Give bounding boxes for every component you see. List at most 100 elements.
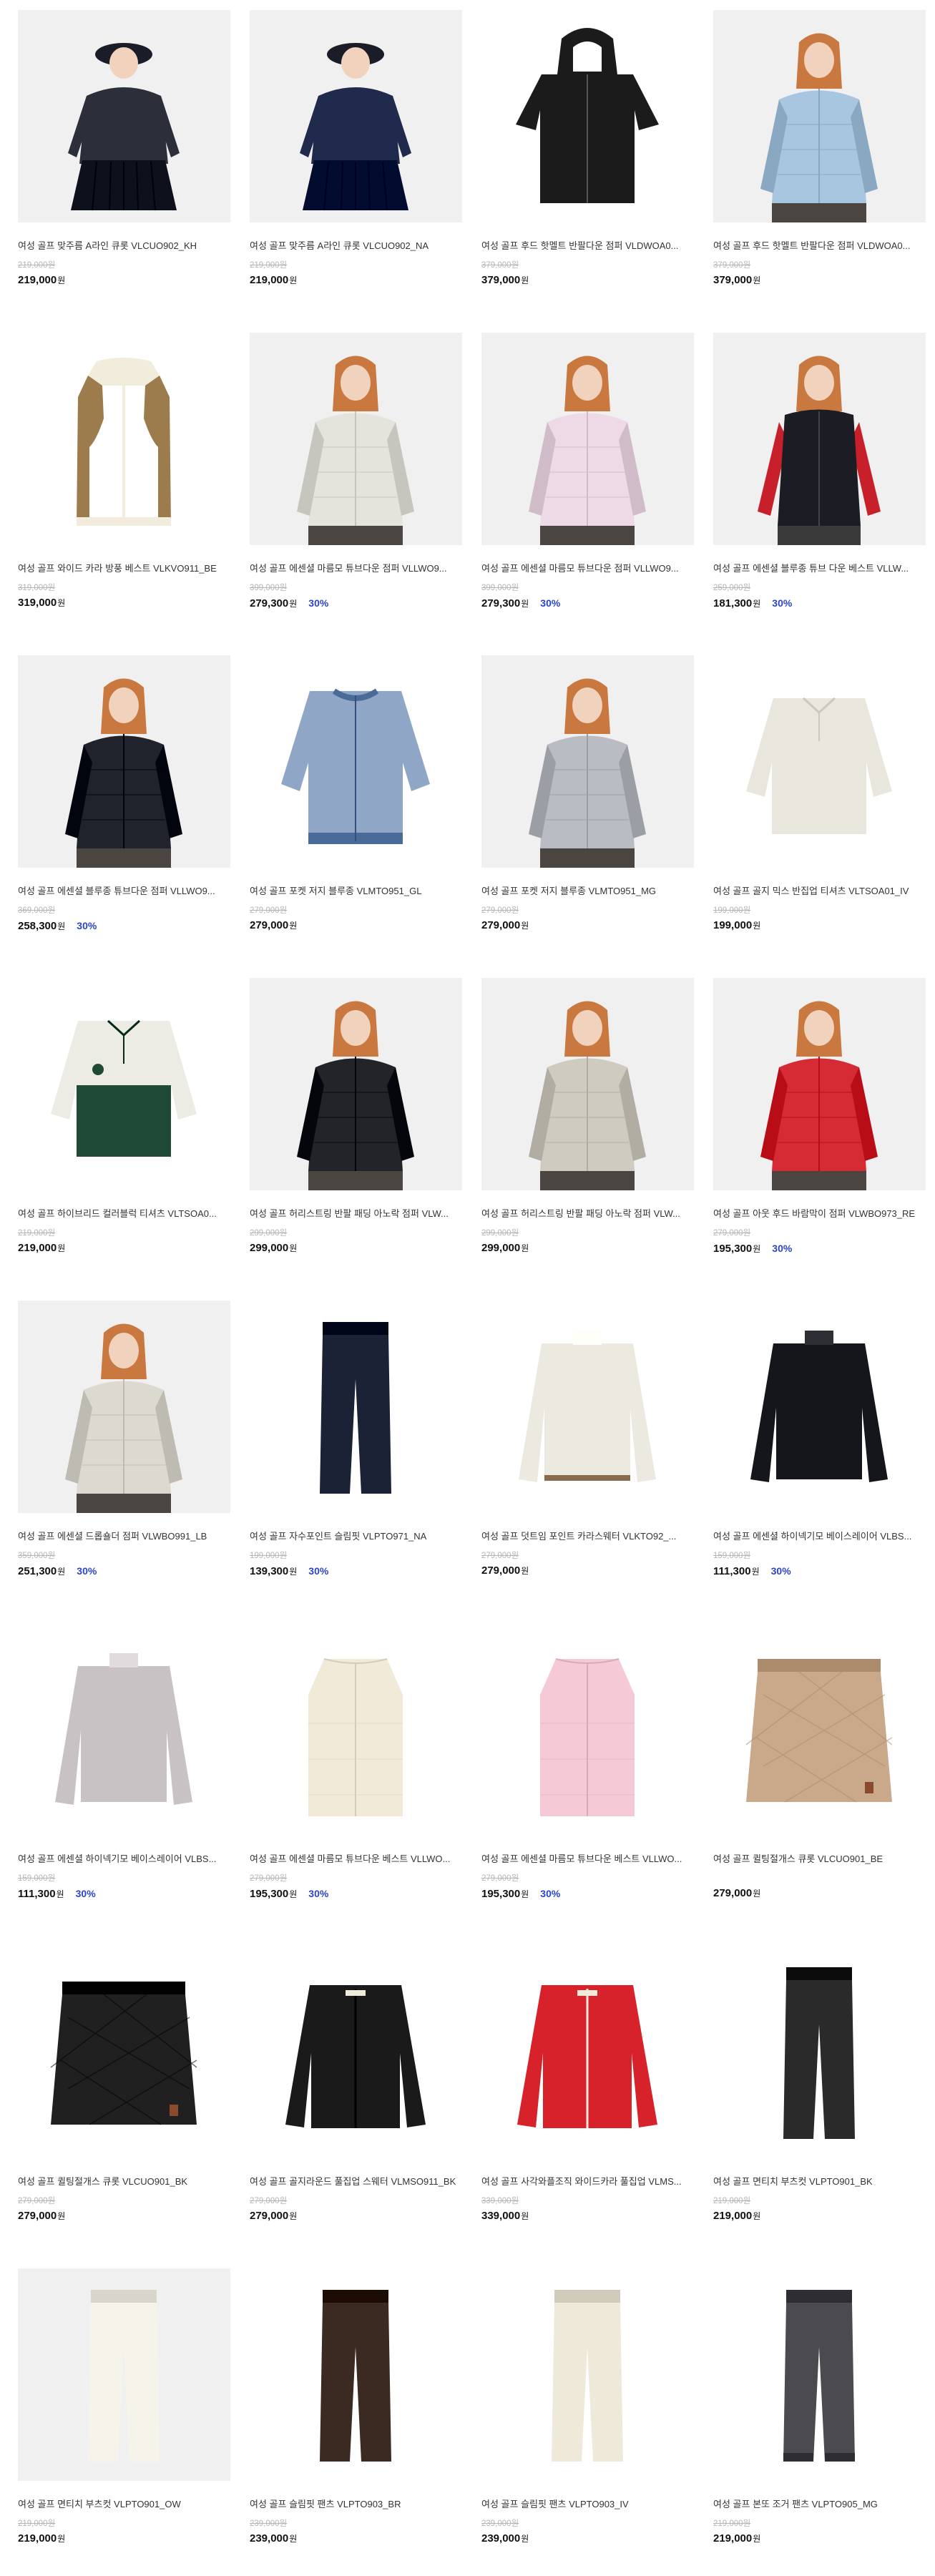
original-price: 159,000원 [713,1552,751,1560]
product-card[interactable]: 여성 골프 에센셜 마름모 튜브다운 점퍼 VLLWO9... 399,000원 2… [481,333,694,633]
product-card[interactable]: 여성 골프 에센셜 마름모 튜브다운 점퍼 VLLWO9... 399,000원 2… [250,333,462,633]
product-image[interactable] [713,2268,926,2481]
product-card[interactable]: 여성 골프 허리스트링 반팔 패딩 아노락 점퍼 VLW... 299,000원 2… [250,978,462,1278]
product-name[interactable]: 여성 골프 골지라운드 풀집업 스웨터 VLMSO911_BK [250,2176,462,2188]
product-image[interactable] [250,1946,462,2158]
product-image[interactable] [481,1301,694,1513]
product-image[interactable] [713,1623,926,1836]
product-card[interactable]: 여성 골프 골지 믹스 반집업 티셔츠 VLTSOA01_IV 199,000원 1… [713,655,926,956]
product-image[interactable] [250,333,462,545]
product-card[interactable]: 여성 골프 에센셜 블루종 튜브다운 점퍼 VLLWO9... 369,000원 2… [18,655,230,956]
product-name[interactable]: 여성 골프 슬림핏 팬츠 VLPTO903_BR [250,2499,462,2510]
product-image[interactable] [713,1946,926,2158]
product-image[interactable] [481,333,694,545]
product-name[interactable]: 여성 골프 허리스트링 반팔 패딩 아노락 점퍼 VLW... [481,1208,694,1220]
product-card[interactable]: 여성 골프 에센셜 드롭숄더 점퍼 VLWBO991_LB 359,000원 251… [18,1301,230,1601]
product-image[interactable] [18,10,230,222]
product-name[interactable]: 여성 골프 에센셜 마름모 튜브다운 점퍼 VLLWO9... [481,563,694,574]
product-card[interactable]: 여성 골프 에센셜 마름모 튜브다운 베스트 VLLWO... 279,000원 1… [250,1623,462,1924]
product-name[interactable]: 여성 골프 에센셜 하이넥기모 베이스레이어 VLBS... [18,1853,230,1865]
product-image[interactable] [713,333,926,545]
discount-rate: 30% [770,1565,791,1577]
product-image[interactable] [18,333,230,545]
product-card[interactable]: 여성 골프 슬림핏 팬츠 VLPTO903_IV 239,000원 239,000원 [481,2268,694,2569]
product-name[interactable]: 여성 골프 퀼팅절개스 큐롯 VLCUO901_BE [713,1853,926,1865]
product-card[interactable]: 여성 골프 맞주름 A라인 큐롯 VLCUO902_NA 219,000원 219,… [250,10,462,310]
product-name[interactable]: 여성 골프 퀼팅절개스 큐롯 VLCUO901_BK [18,2176,230,2188]
product-name[interactable]: 여성 골프 에센셜 마름모 튜브다운 베스트 VLLWO... [481,1853,694,1865]
product-image[interactable] [250,655,462,868]
product-image[interactable] [18,1946,230,2158]
product-name[interactable]: 여성 골프 본또 조거 팬츠 VLPTO905_MG [713,2499,926,2510]
product-card[interactable]: 여성 골프 후드 핫멜트 반팔다운 점퍼 VLDWOA0... 379,000원 3… [713,10,926,310]
product-card[interactable]: 여성 골프 골지라운드 풀집업 스웨터 VLMSO911_BK 279,000원 2… [250,1946,462,2246]
sale-price: 239,000 [481,2532,521,2545]
product-name[interactable]: 여성 골프 후드 핫멜트 반팔다운 점퍼 VLDWOA0... [481,240,694,252]
product-name[interactable]: 여성 골프 아웃 후드 바람막이 점퍼 VLWBO973_RE [713,1208,926,1220]
product-image[interactable] [481,1623,694,1836]
product-image[interactable] [18,655,230,868]
product-image[interactable] [713,1301,926,1513]
product-card[interactable]: 여성 골프 면티치 부츠컷 VLPTO901_OW 219,000원 219,000… [18,2268,230,2569]
product-name[interactable]: 여성 골프 포켓 저지 블루종 VLMTO951_GL [250,886,462,897]
product-image[interactable] [250,10,462,222]
product-image[interactable] [250,1623,462,1836]
product-image[interactable] [481,655,694,868]
product-image[interactable] [18,1301,230,1513]
product-name[interactable]: 여성 골프 에센셜 블루종 튜브다운 점퍼 VLLWO9... [18,886,230,897]
product-card[interactable]: 여성 골프 허리스트링 반팔 패딩 아노락 점퍼 VLW... 299,000원 2… [481,978,694,1278]
product-image[interactable] [18,978,230,1190]
product-image[interactable] [713,978,926,1190]
product-card[interactable]: 여성 골프 본또 조거 팬츠 VLPTO905_MG 219,000원 219,00… [713,2268,926,2569]
product-card[interactable]: 여성 골프 에센셜 마름모 튜브다운 베스트 VLLWO... 279,000원 1… [481,1623,694,1924]
product-card[interactable]: 여성 골프 포켓 저지 블루종 VLMTO951_GL 279,000원 279,0… [250,655,462,956]
product-image[interactable] [481,978,694,1190]
product-image[interactable] [713,10,926,222]
product-name[interactable]: 여성 골프 사각와플조직 와이드카라 풀집업 VLMS... [481,2176,694,2188]
product-image[interactable] [250,2268,462,2481]
product-image[interactable] [481,10,694,222]
product-card[interactable]: 여성 골프 슬림핏 팬츠 VLPTO903_BR 239,000원 239,000원 [250,2268,462,2569]
product-name[interactable]: 여성 골프 포켓 저지 블루종 VLMTO951_MG [481,886,694,897]
product-card[interactable]: 여성 골프 덧트임 포인트 카라스웨터 VLKTO92_... 279,000원 2… [481,1301,694,1601]
product-card[interactable]: 여성 골프 아웃 후드 바람막이 점퍼 VLWBO973_RE 279,000원 1… [713,978,926,1278]
product-name[interactable]: 여성 골프 허리스트링 반팔 패딩 아노락 점퍼 VLW... [250,1208,462,1220]
product-name[interactable]: 여성 골프 면티치 부츠컷 VLPTO901_OW [18,2499,230,2510]
product-image[interactable] [250,1301,462,1513]
product-card[interactable]: 여성 골프 포켓 저지 블루종 VLMTO951_MG 279,000원 279,0… [481,655,694,956]
product-card[interactable]: 여성 골프 사각와플조직 와이드카라 풀집업 VLMS... 339,000원 33… [481,1946,694,2246]
product-name[interactable]: 여성 골프 골지 믹스 반집업 티셔츠 VLTSOA01_IV [713,886,926,897]
product-name[interactable]: 여성 골프 에센셜 마름모 튜브다운 베스트 VLLWO... [250,1853,462,1865]
product-name[interactable]: 여성 골프 와이드 카라 방풍 베스트 VLKVO911_BE [18,563,230,574]
product-name[interactable]: 여성 골프 하이브리드 컬러블럭 티셔츠 VLTSOA0... [18,1208,230,1220]
product-card[interactable]: 여성 골프 퀼팅절개스 큐롯 VLCUO901_BK 279,000원 279,00… [18,1946,230,2246]
product-name[interactable]: 여성 골프 에센셜 블루종 튜브 다운 베스트 VLLW... [713,563,926,574]
product-image[interactable] [18,1623,230,1836]
product-image[interactable] [250,978,462,1190]
product-card[interactable]: 여성 골프 에센셜 하이넥기모 베이스레이어 VLBS... 159,000원 11… [18,1623,230,1924]
product-card[interactable]: 여성 골프 에센셜 하이넥기모 베이스레이어 VLBS... 159,000원 11… [713,1301,926,1601]
product-name[interactable]: 여성 골프 덧트임 포인트 카라스웨터 VLKTO92_... [481,1531,694,1542]
currency-unit: 원 [521,275,529,285]
product-image[interactable] [713,655,926,868]
product-image[interactable] [481,2268,694,2481]
product-name[interactable]: 여성 골프 면티치 부츠컷 VLPTO901_BK [713,2176,926,2188]
product-image[interactable] [18,2268,230,2481]
product-name[interactable]: 여성 골프 자수포인트 슬림핏 VLPTO971_NA [250,1531,462,1542]
product-name[interactable]: 여성 골프 맞주름 A라인 큐롯 VLCUO902_KH [18,240,230,252]
product-card[interactable]: 여성 골프 하이브리드 컬러블럭 티셔츠 VLTSOA0... 219,000원 2… [18,978,230,1278]
product-card[interactable]: 여성 골프 와이드 카라 방풍 베스트 VLKVO911_BE 319,000원 3… [18,333,230,633]
product-card[interactable]: 여성 골프 면티치 부츠컷 VLPTO901_BK 219,000원 219,000… [713,1946,926,2246]
product-name[interactable]: 여성 골프 에센셜 하이넥기모 베이스레이어 VLBS... [713,1531,926,1542]
product-name[interactable]: 여성 골프 에센셜 마름모 튜브다운 점퍼 VLLWO9... [250,563,462,574]
product-card[interactable]: 여성 골프 맞주름 A라인 큐롯 VLCUO902_KH 219,000원 219,… [18,10,230,310]
product-name[interactable]: 여성 골프 에센셜 드롭숄더 점퍼 VLWBO991_LB [18,1531,230,1542]
product-image[interactable] [481,1946,694,2158]
product-card[interactable]: 여성 골프 자수포인트 슬림핏 VLPTO971_NA 199,000원 139,3… [250,1301,462,1601]
product-card[interactable]: 여성 골프 후드 핫멜트 반팔다운 점퍼 VLDWOA0... 379,000원 3… [481,10,694,310]
product-name[interactable]: 여성 골프 맞주름 A라인 큐롯 VLCUO902_NA [250,240,462,252]
product-name[interactable]: 여성 골프 슬림핏 팬츠 VLPTO903_IV [481,2499,694,2510]
product-card[interactable]: 여성 골프 퀼팅절개스 큐롯 VLCUO901_BE 279,000원 [713,1623,926,1924]
product-card[interactable]: 여성 골프 에센셜 블루종 튜브 다운 베스트 VLLW... 259,000원 1… [713,333,926,633]
product-name[interactable]: 여성 골프 후드 핫멜트 반팔다운 점퍼 VLDWOA0... [713,240,926,252]
